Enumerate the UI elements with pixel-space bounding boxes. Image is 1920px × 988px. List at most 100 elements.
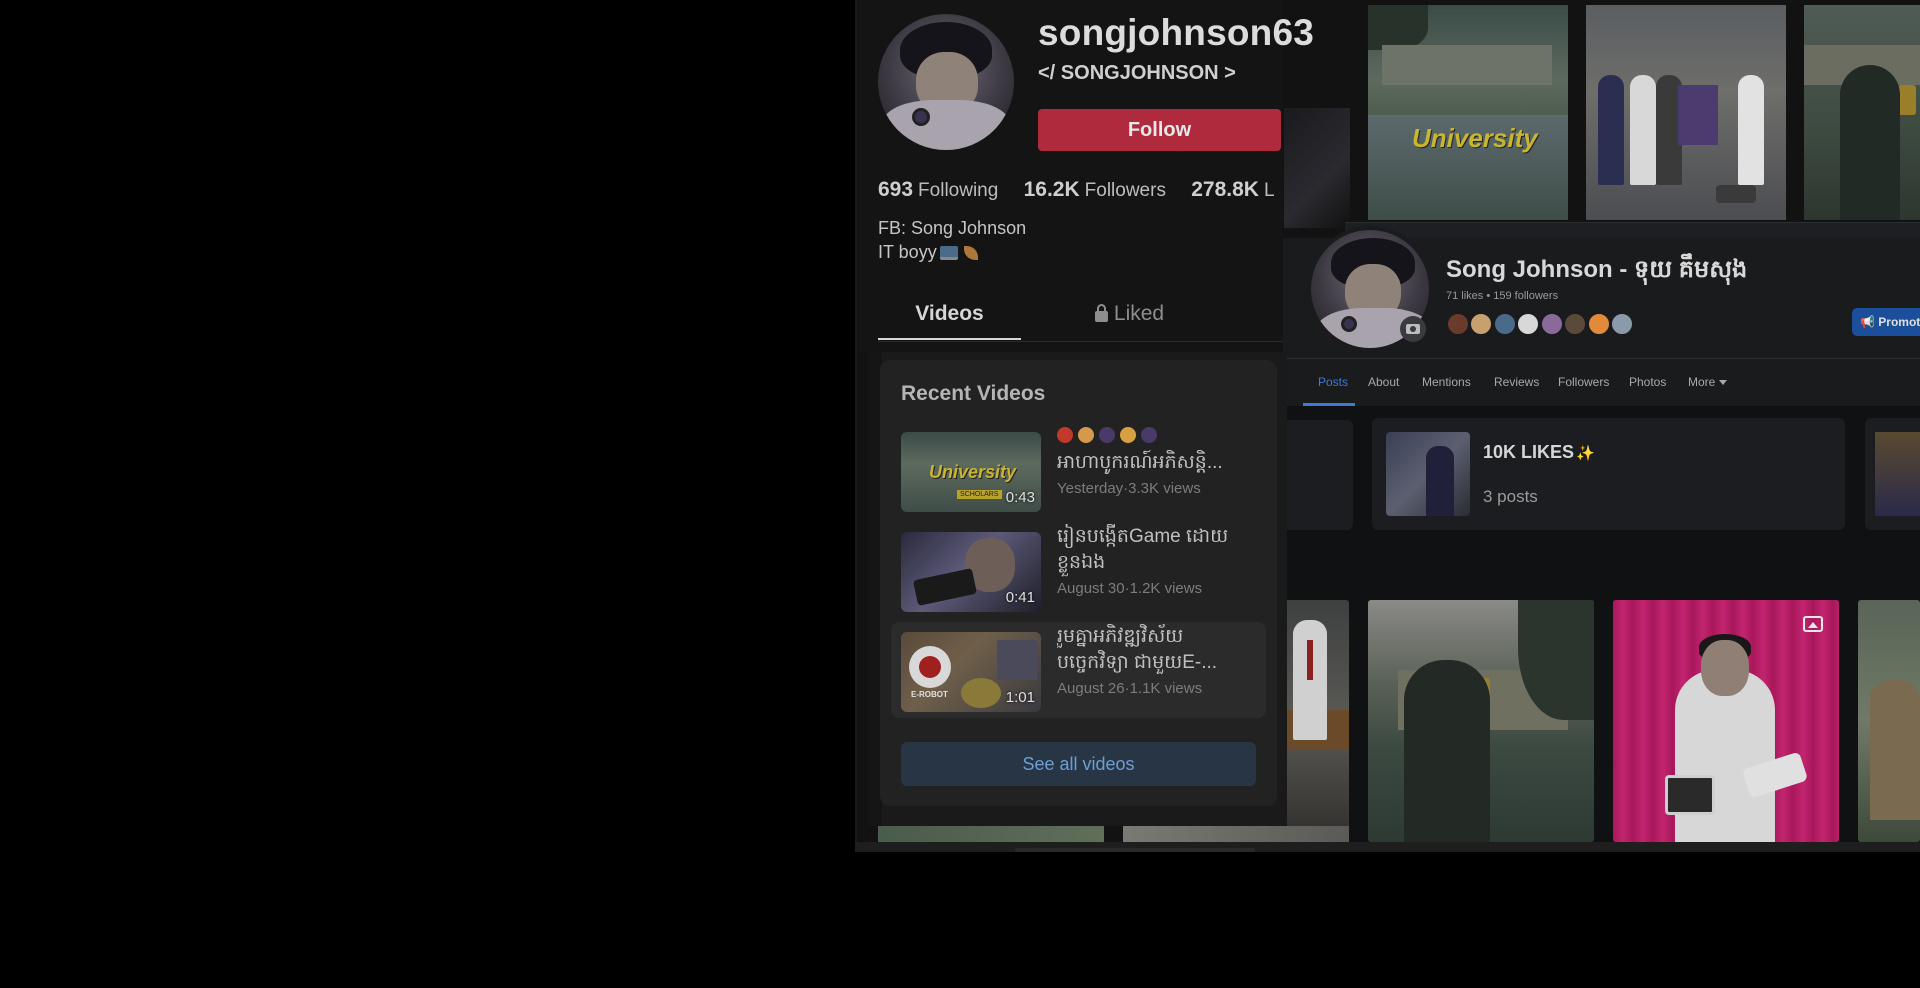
photo-detail	[1307, 640, 1313, 680]
fb-page-stats: 71 likes • 159 followers	[1446, 290, 1559, 302]
fb-page-name: Song Johnson - ទុយ គឹមសុង	[1446, 256, 1748, 283]
video-date: Yesterday	[1057, 480, 1124, 497]
follower-avatar	[1610, 312, 1635, 336]
tab-liked-label: Liked	[1113, 302, 1165, 325]
fb-tab-posts[interactable]: Posts	[1318, 375, 1348, 389]
avatar-detail	[1341, 316, 1357, 332]
thumbnail-detail	[961, 678, 1001, 708]
fb-featured-card-partial[interactable]	[1283, 420, 1353, 530]
stat-label: Followers	[1084, 180, 1166, 201]
fb-tab-photos[interactable]: Photos	[1629, 375, 1666, 389]
tab-videos[interactable]: Videos	[878, 300, 1021, 340]
stat-label: Following	[918, 180, 999, 201]
video-meta: Yesterday·3.3K views	[1057, 480, 1201, 497]
tiktok-nickname: </ SONGJOHNSON >	[1038, 62, 1236, 84]
tiktok-profile-header: songjohnson63 </ SONGJOHNSON > Follow 69…	[858, 0, 1314, 352]
photo-detail	[1701, 640, 1749, 696]
thumbnail-detail	[1382, 45, 1552, 85]
screen: University Song Johnson - ទុយ គឹមសុង 71 …	[0, 0, 1920, 988]
fb-follower-avatars[interactable]	[1446, 312, 1635, 336]
background-image	[1284, 108, 1350, 228]
video-thumbnail-university[interactable]: University	[1368, 5, 1568, 220]
sparkle-icon: ✨	[1576, 445, 1595, 462]
video-thumbnail: E-ROBOT 1:01	[901, 632, 1041, 712]
video-title: រួមគ្នាអភិវឌ្ឍវិស័យ	[1057, 626, 1184, 647]
person-icon	[1120, 426, 1136, 443]
thumbnail-detail	[1426, 446, 1454, 516]
thumbnail-caption: SCHOLARS	[957, 490, 1002, 499]
thumbnail-detail	[1898, 85, 1916, 115]
video-meta: August 26·1.1K views	[1057, 680, 1202, 697]
video-duration: 1:01	[1005, 689, 1035, 706]
video-thumbnail-partial[interactable]	[878, 826, 1104, 842]
follow-button[interactable]: Follow	[1038, 109, 1281, 151]
recent-video-item[interactable]: University SCHOLARS 0:43 អាហាបូករណ៍អភិសន…	[891, 422, 1266, 518]
stat-value: 16.2K	[1023, 178, 1080, 201]
video-thumbnail-partial[interactable]	[1123, 826, 1349, 842]
thumbnail-detail	[1875, 432, 1920, 516]
tiktok-bio-line: IT boyy	[878, 242, 978, 263]
caret-down-icon	[1719, 380, 1728, 386]
photo-detail	[1870, 680, 1920, 820]
follower-avatar	[1469, 312, 1494, 336]
fb-photo[interactable]	[1613, 600, 1839, 842]
fb-featured-card-title-text: 10K LIKES	[1483, 442, 1575, 462]
thumbnail-detail	[1840, 65, 1900, 220]
video-views: 1.2K views	[1129, 580, 1203, 597]
fb-featured-card-partial[interactable]	[1865, 418, 1920, 530]
video-date: August 26	[1057, 680, 1125, 697]
video-duration: 0:41	[1005, 589, 1035, 606]
video-views: 1.1K views	[1129, 680, 1203, 697]
avatar-detail	[882, 100, 1010, 150]
recent-videos-title: Recent Videos	[901, 382, 1046, 405]
fb-tab-followers[interactable]: Followers	[1558, 375, 1609, 389]
avatar-detail	[912, 108, 930, 126]
tiktok-avatar[interactable]	[878, 14, 1014, 150]
video-thumbnail: 0:41	[901, 532, 1041, 612]
video-thumbnail-campus[interactable]	[1804, 5, 1920, 220]
thumbnail-detail	[1598, 75, 1624, 185]
megaphone-icon: 📢	[1860, 315, 1875, 329]
video-date: August 30	[1057, 580, 1125, 597]
video-thumbnail: University SCHOLARS 0:43	[901, 432, 1041, 512]
fb-tab-more[interactable]: More	[1688, 375, 1728, 389]
stat-label: L	[1263, 180, 1275, 201]
tiktok-bio-text: IT boyy	[878, 242, 937, 262]
gallery-icon	[1803, 616, 1823, 632]
fb-photo[interactable]	[1283, 600, 1349, 842]
follower-avatar	[1446, 312, 1470, 336]
graduation-cap-icon	[1099, 426, 1115, 443]
camera-icon[interactable]	[1400, 316, 1426, 342]
fb-featured-card-count: 3 posts	[1483, 487, 1538, 506]
leaf-icon	[963, 246, 978, 261]
thumbnail-detail	[1368, 5, 1428, 50]
horizontal-scrollbar[interactable]	[1015, 848, 1255, 852]
video-meta: August 30·1.2K views	[1057, 580, 1202, 597]
recent-video-item[interactable]: 0:41 រៀនបង្កើតGame ដោយ ខ្លួនឯង August 30…	[891, 522, 1266, 618]
thumbnail-detail	[1678, 85, 1718, 145]
tiktok-bio-line: FB: Song Johnson	[878, 218, 1027, 238]
fb-tab-about[interactable]: About	[1368, 375, 1399, 389]
emoji-row	[1057, 424, 1262, 446]
fb-photo[interactable]	[1858, 600, 1920, 842]
fb-photo[interactable]	[1368, 600, 1594, 842]
promote-button[interactable]: 📢 Promote	[1852, 308, 1920, 336]
follower-avatar	[1563, 312, 1588, 336]
follower-avatar	[1586, 312, 1611, 336]
video-title: រៀនបង្កើតGame ដោយ	[1057, 526, 1229, 547]
followers-count[interactable]: 16.2K Followers	[1023, 178, 1166, 201]
follower-avatar	[1516, 312, 1541, 336]
tab-liked[interactable]: Liked	[1058, 300, 1201, 340]
thumbnail-caption: University	[929, 462, 1017, 482]
tab-divider	[878, 341, 1283, 342]
video-thumbnail-exhibition[interactable]	[1586, 5, 1786, 220]
following-count[interactable]: 693 Following	[878, 178, 999, 201]
fb-tab-mentions[interactable]: Mentions	[1422, 375, 1471, 389]
see-all-videos-button[interactable]: See all videos	[901, 742, 1256, 786]
tiktok-stats: 693 Following 16.2K Followers 278.8K L	[878, 178, 1295, 202]
explosion-icon	[1057, 426, 1073, 443]
photo-detail	[1665, 775, 1715, 815]
fb-tab-reviews[interactable]: Reviews	[1494, 375, 1539, 389]
video-title: ខ្លួនឯង	[1057, 552, 1106, 573]
recent-video-item[interactable]: E-ROBOT 1:01 រួមគ្នាអភិវឌ្ឍវិស័យ បច្ចេកវ…	[891, 622, 1266, 718]
